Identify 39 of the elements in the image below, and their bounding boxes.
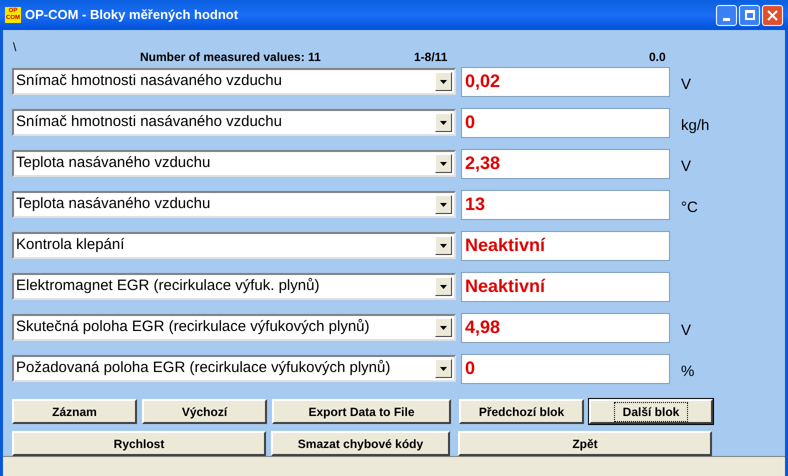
- close-icon: [767, 10, 778, 20]
- action-button[interactable]: Záznam: [12, 399, 137, 424]
- unit-label: V: [681, 157, 692, 178]
- unit-label: V: [681, 75, 692, 96]
- unit-label: kg/h: [681, 116, 710, 136]
- value-field: 0: [461, 354, 670, 384]
- maximize-button[interactable]: [739, 4, 760, 26]
- time-label: 0.0: [649, 49, 666, 66]
- path-label: \: [13, 39, 16, 56]
- window-title: OP-COM - Bloky měřených hodnot: [25, 6, 238, 24]
- action-button[interactable]: Zpět: [458, 431, 712, 456]
- minimize-button[interactable]: [716, 4, 737, 26]
- unit-label: V: [681, 321, 692, 342]
- action-button[interactable]: Výchozí: [142, 399, 267, 424]
- action-button[interactable]: Předchozí blok: [459, 399, 584, 424]
- range-label: 1-8/11: [414, 49, 448, 66]
- count-label: Number of measured values: 11: [140, 49, 321, 66]
- value-field: 13: [461, 190, 670, 220]
- parameter-dropdown[interactable]: Elektromagnet EGR (recirkulace výfuk. plynů): [12, 273, 456, 300]
- parameter-dropdown[interactable]: Požadovaná poloha EGR (recirkulace výfukových plynů): [12, 355, 456, 382]
- parameter-dropdown[interactable]: Teplota nasávaného vzduchu: [12, 191, 456, 218]
- value-field: Neaktivní: [461, 272, 670, 302]
- action-button[interactable]: Rychlost: [12, 431, 266, 456]
- value-field: Neaktivní: [461, 230, 670, 260]
- value-field: 4,98: [461, 312, 670, 342]
- parameter-dropdown[interactable]: Snímač hmotnosti nasávaného vzduchu: [12, 68, 456, 95]
- action-button[interactable]: Export Data to File: [272, 399, 451, 424]
- unit-label: %: [681, 362, 694, 382]
- value-field: 0: [461, 108, 670, 138]
- value-field: 2,38: [461, 148, 670, 178]
- parameter-dropdown[interactable]: Kontrola klepání: [12, 232, 456, 259]
- parameter-dropdown[interactable]: Teplota nasávaného vzduchu: [12, 150, 456, 177]
- close-button[interactable]: [762, 4, 783, 26]
- action-button[interactable]: Další blok: [589, 399, 713, 424]
- parameter-dropdown[interactable]: Skutečná poloha EGR (recirkulace výfukových plynů): [12, 314, 456, 341]
- parameter-dropdown[interactable]: Snímač hmotnosti nasávaného vzduchu: [12, 109, 456, 136]
- action-button[interactable]: Smazat chybové kódy: [271, 431, 450, 456]
- value-field: 0,02: [461, 66, 670, 96]
- unit-label: °C: [681, 198, 698, 218]
